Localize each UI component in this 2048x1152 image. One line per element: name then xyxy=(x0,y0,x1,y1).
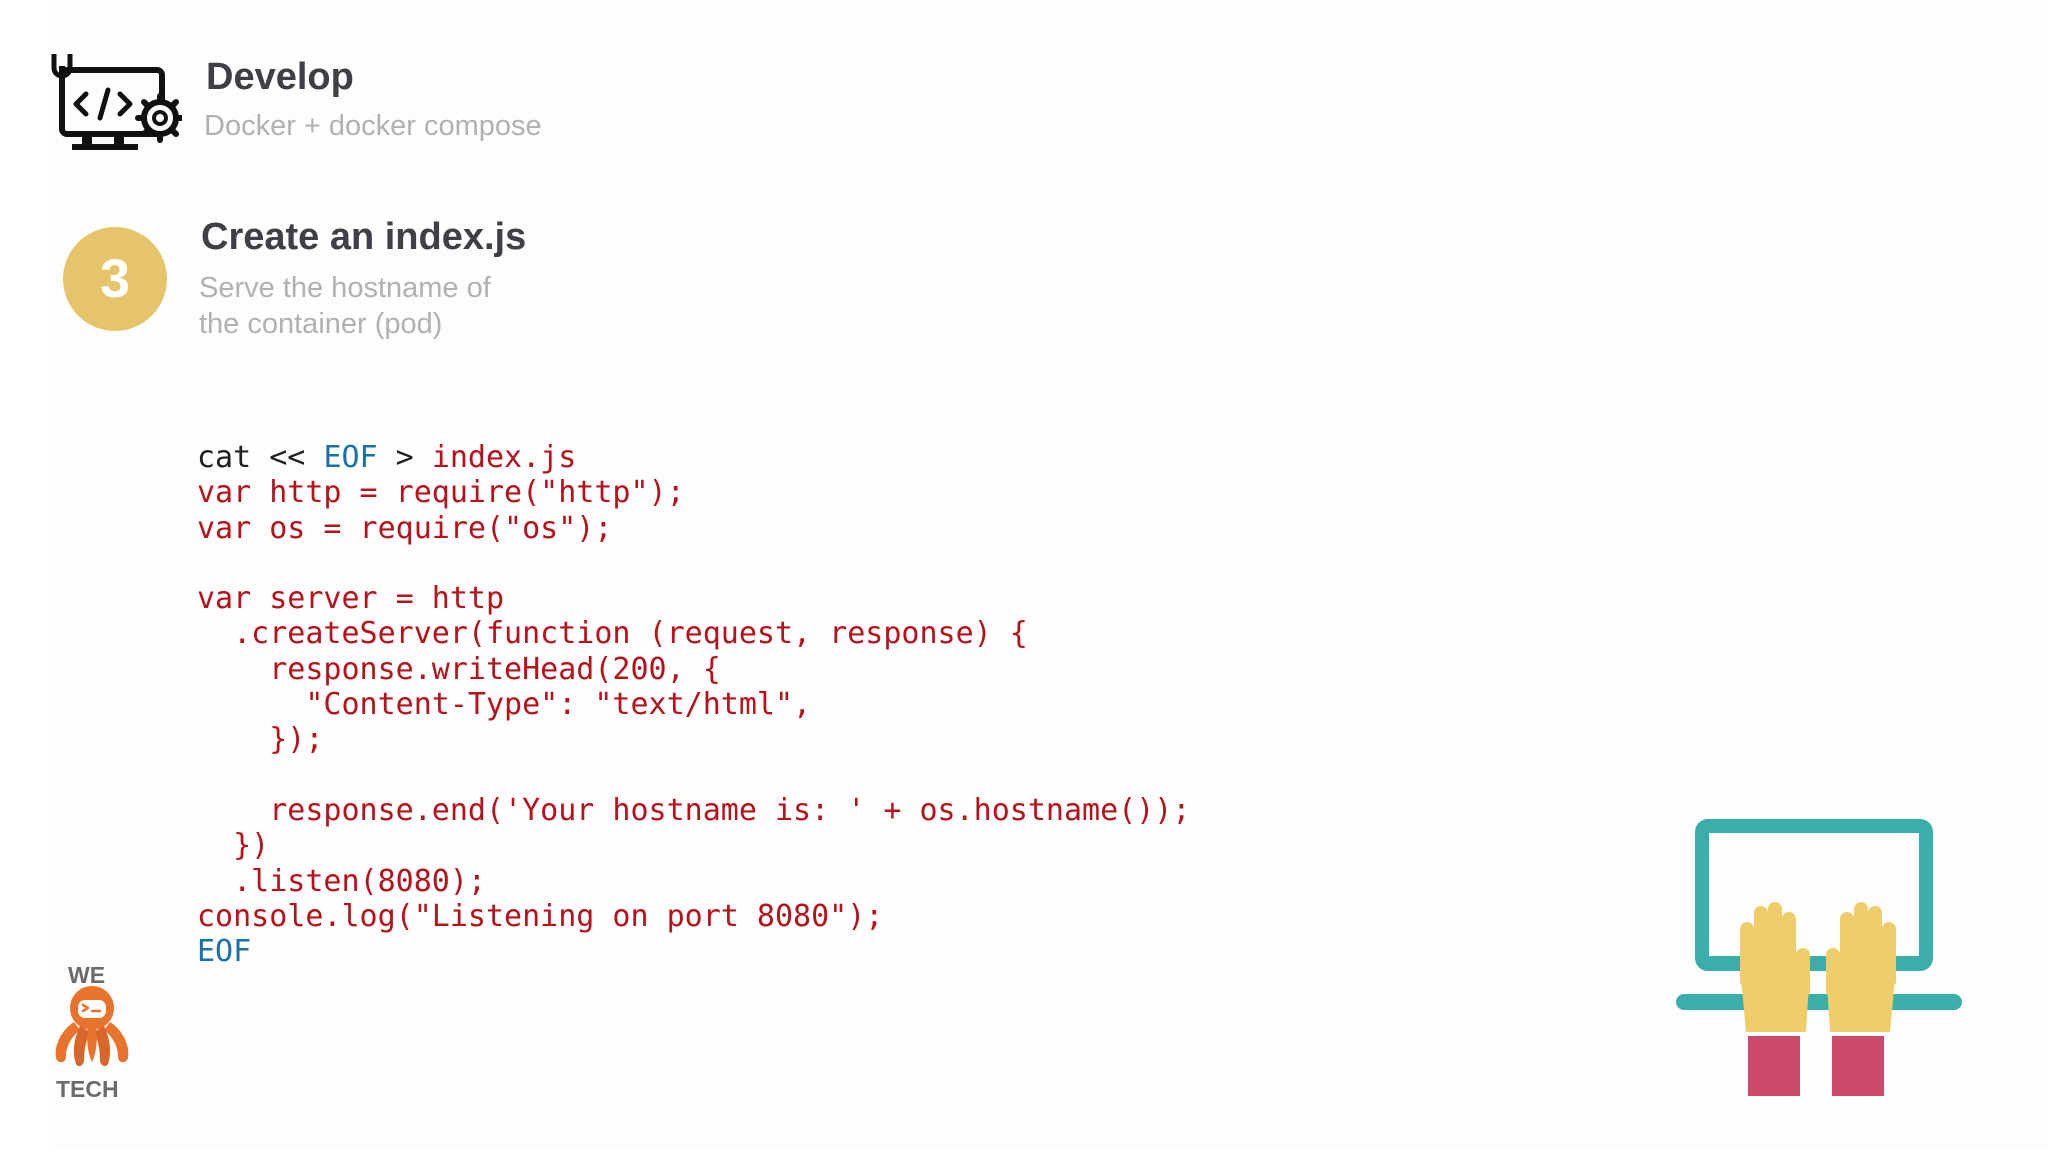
code-token: }) xyxy=(197,828,270,864)
code-token: console.log("Listening on port 8080"); xyxy=(197,898,884,934)
step-number-badge: 3 xyxy=(63,227,167,331)
code-line: response.end('Your hostname is: ' + os.h… xyxy=(197,793,1190,828)
code-token: var server = http xyxy=(197,581,505,617)
code-line: .createServer(function (request, respons… xyxy=(197,616,1190,651)
code-token: index.js xyxy=(431,440,577,475)
code-token: var http = require("http"); xyxy=(197,475,685,511)
code-token: response.end('Your hostname is: ' + os.h… xyxy=(197,792,1191,828)
logo-text-bottom: TECH xyxy=(56,1076,119,1102)
code-token: var os = require("os"); xyxy=(197,510,613,546)
code-monitor-icon xyxy=(51,54,182,150)
code-line: response.writeHead(200, { xyxy=(197,652,1190,687)
code-token: > xyxy=(377,440,432,475)
code-line: EOF xyxy=(197,934,1190,969)
slide: Develop Docker + docker compose 3 Create… xyxy=(0,0,2048,1152)
laptop-typing-hands-icon xyxy=(1676,819,1962,1096)
code-line: .listen(8080); xyxy=(197,864,1190,899)
step-description: Serve the hostname of the container (pod… xyxy=(199,272,491,340)
code-line: var os = require("os"); xyxy=(197,511,1190,546)
section-subtitle: Docker + docker compose xyxy=(204,110,542,142)
code-token: .listen(8080); xyxy=(197,863,486,899)
code-line: cat << EOF > index.js xyxy=(197,440,1190,475)
code-token: EOF xyxy=(197,934,252,970)
code-block: cat << EOF > index.js var http = require(… xyxy=(197,440,1190,969)
section-title: Develop xyxy=(206,56,354,98)
code-line: }); xyxy=(197,722,1190,757)
code-token: cat << xyxy=(197,440,324,475)
code-line: console.log("Listening on port 8080"); xyxy=(197,899,1190,934)
code-line: "Content-Type": "text/html", xyxy=(197,687,1190,722)
code-token: "Content-Type": "text/html", xyxy=(197,687,812,723)
code-line: var http = require("http"); xyxy=(197,475,1190,510)
code-token: EOF xyxy=(323,440,378,475)
step-title: Create an index.js xyxy=(201,216,527,258)
code-line: }) xyxy=(197,828,1190,863)
code-token: .createServer(function (request, respons… xyxy=(197,616,1028,652)
code-token: }); xyxy=(197,722,324,758)
code-line: var server = http xyxy=(197,581,1190,616)
code-token: response.writeHead(200, { xyxy=(197,651,721,687)
